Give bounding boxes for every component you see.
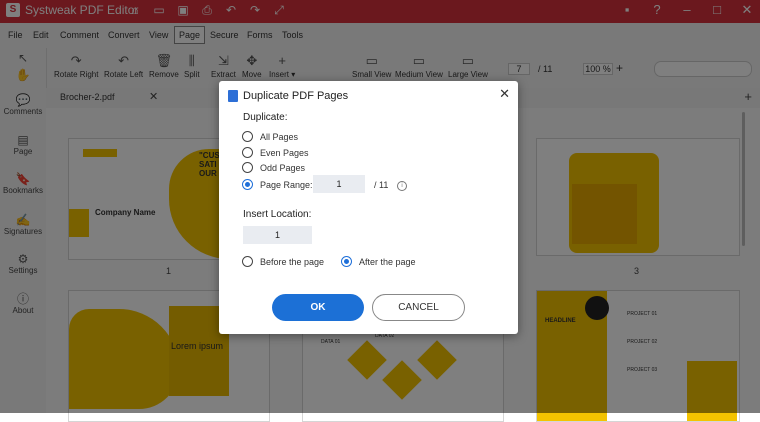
duplicate-pages-dialog: Duplicate PDF Pages ✕ Duplicate: All Pag… bbox=[219, 81, 518, 334]
radio-button-selected[interactable] bbox=[242, 179, 253, 190]
ok-button[interactable]: OK bbox=[272, 294, 364, 321]
page-range-input[interactable]: 1 bbox=[313, 175, 365, 193]
radio-button[interactable] bbox=[242, 147, 253, 158]
radio-after-page[interactable]: After the page bbox=[341, 256, 416, 267]
close-icon[interactable]: ✕ bbox=[499, 86, 510, 102]
dialog-title: Duplicate PDF Pages bbox=[243, 90, 349, 102]
radio-button-selected[interactable] bbox=[341, 256, 352, 267]
radio-before-page[interactable]: Before the page bbox=[242, 256, 324, 267]
info-icon[interactable]: i bbox=[397, 181, 407, 191]
document-icon bbox=[228, 90, 238, 102]
page-range-total: / 11 bbox=[374, 180, 389, 190]
radio-odd-pages[interactable]: Odd Pages bbox=[242, 162, 305, 173]
radio-all-pages[interactable]: All Pages bbox=[242, 131, 298, 142]
insert-location-label: Insert Location: bbox=[243, 209, 312, 220]
duplicate-label: Duplicate: bbox=[243, 112, 288, 123]
radio-page-range[interactable]: Page Range: bbox=[242, 179, 313, 190]
radio-button[interactable] bbox=[242, 131, 253, 142]
radio-button[interactable] bbox=[242, 256, 253, 267]
cancel-button[interactable]: CANCEL bbox=[372, 294, 465, 321]
radio-button[interactable] bbox=[242, 162, 253, 173]
radio-even-pages[interactable]: Even Pages bbox=[242, 147, 309, 158]
insert-location-input[interactable]: 1 bbox=[243, 226, 312, 244]
